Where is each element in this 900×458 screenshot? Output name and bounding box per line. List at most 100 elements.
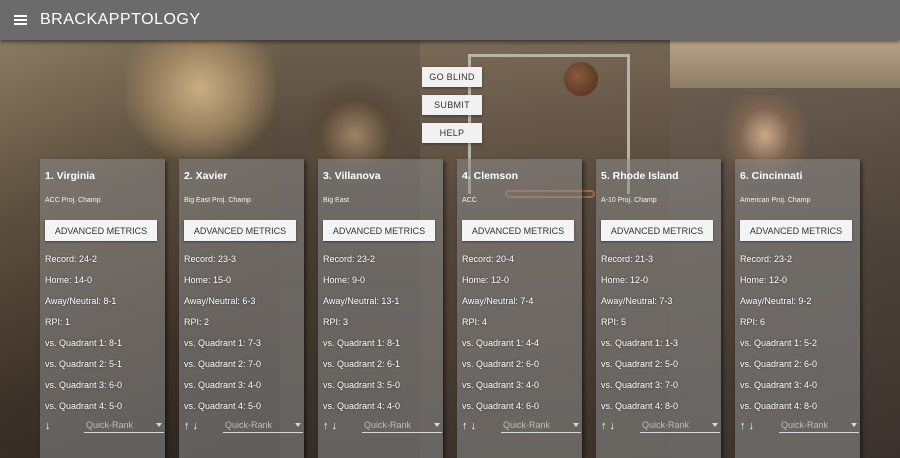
stat-q4: vs. Quadrant 4: 8-0 xyxy=(740,401,818,411)
quick-rank-placeholder: Quick-Rank xyxy=(642,419,690,430)
stat-rpi: RPI: 6 xyxy=(740,317,766,327)
team-conference: Big East Proj. Champ xyxy=(184,197,251,204)
rank-arrows: ↑ ↓ xyxy=(740,420,754,432)
app-bar: BRACKAPPTOLOGY xyxy=(0,0,900,40)
stat-away: Away/Neutral: 6-3 xyxy=(184,296,256,306)
stat-q2: vs. Quadrant 2: 6-0 xyxy=(740,359,818,369)
move-up-arrow-icon[interactable]: ↑ xyxy=(601,420,607,432)
stat-home: Home: 12-0 xyxy=(740,275,788,285)
stat-q3: vs. Quadrant 3: 4-0 xyxy=(740,380,818,390)
advanced-metrics-button[interactable]: ADVANCED METRICS xyxy=(45,220,157,241)
stat-record: Record: 23-2 xyxy=(323,254,376,264)
stat-q1: vs. Quadrant 1: 1-3 xyxy=(601,338,679,348)
team-card: 4. Clemson ACC ADVANCED METRICS Record: 20-… xyxy=(457,159,582,458)
stat-record: Record: 23-2 xyxy=(740,254,793,264)
background-basketball xyxy=(564,62,598,96)
quick-rank-select[interactable]: Quick-Rank xyxy=(362,417,442,433)
team-cards: 1. Virginia ACC Proj. Champ ADVANCED METRI… xyxy=(0,159,900,458)
stat-q1: vs. Quadrant 1: 4-4 xyxy=(462,338,540,348)
quick-rank-select[interactable]: Quick-Rank xyxy=(640,417,720,433)
stat-home: Home: 12-0 xyxy=(462,275,510,285)
stat-rpi: RPI: 4 xyxy=(462,317,488,327)
rank-arrows: ↑ ↓ xyxy=(462,420,476,432)
quick-rank-select[interactable]: Quick-Rank xyxy=(501,417,581,433)
help-button[interactable]: HELP xyxy=(422,123,482,143)
stat-q4: vs. Quadrant 4: 6-0 xyxy=(462,401,540,411)
move-up-arrow-icon[interactable]: ↑ xyxy=(184,420,190,432)
quick-rank-select[interactable]: Quick-Rank xyxy=(223,417,303,433)
advanced-metrics-button[interactable]: ADVANCED METRICS xyxy=(323,220,435,241)
team-card: 3. Villanova Big East ADVANCED METRICS Reco… xyxy=(318,159,443,458)
stat-rpi: RPI: 3 xyxy=(323,317,349,327)
stat-q2: vs. Quadrant 2: 7-0 xyxy=(184,359,262,369)
quick-rank-select[interactable]: Quick-Rank xyxy=(84,417,164,433)
stat-rpi: RPI: 1 xyxy=(45,317,71,327)
stat-record: Record: 24-2 xyxy=(45,254,98,264)
team-name: 6. Cincinnati xyxy=(740,170,803,182)
dropdown-caret-icon xyxy=(295,422,301,427)
dropdown-caret-icon xyxy=(434,422,440,427)
stat-away: Away/Neutral: 8-1 xyxy=(45,296,117,306)
stat-record: Record: 21-3 xyxy=(601,254,654,264)
stat-home: Home: 15-0 xyxy=(184,275,232,285)
dropdown-caret-icon xyxy=(573,422,579,427)
move-down-arrow-icon[interactable]: ↓ xyxy=(749,420,755,432)
stat-away: Away/Neutral: 7-3 xyxy=(601,296,673,306)
stat-q3: vs. Quadrant 3: 6-0 xyxy=(45,380,123,390)
background-player-figure xyxy=(125,40,275,160)
advanced-metrics-button[interactable]: ADVANCED METRICS xyxy=(184,220,296,241)
stat-q4: vs. Quadrant 4: 4-0 xyxy=(323,401,401,411)
stat-record: Record: 23-3 xyxy=(184,254,237,264)
stat-q2: vs. Quadrant 2: 6-0 xyxy=(462,359,540,369)
team-card: 6. Cincinnati American Proj. Champ ADVANCE… xyxy=(735,159,860,458)
team-conference: American Proj. Champ xyxy=(740,197,811,204)
stat-q2: vs. Quadrant 2: 6-1 xyxy=(323,359,401,369)
team-name: 5. Rhode Island xyxy=(601,170,679,182)
advanced-metrics-button[interactable]: ADVANCED METRICS xyxy=(601,220,713,241)
stat-q4: vs. Quadrant 4: 5-0 xyxy=(184,401,262,411)
advanced-metrics-button[interactable]: ADVANCED METRICS xyxy=(462,220,574,241)
stat-rpi: RPI: 5 xyxy=(601,317,627,327)
stat-q4: vs. Quadrant 4: 5-0 xyxy=(45,401,123,411)
team-card: 5. Rhode Island A-10 Proj. Champ ADVANCED … xyxy=(596,159,721,458)
quick-rank-placeholder: Quick-Rank xyxy=(503,419,551,430)
team-name: 2. Xavier xyxy=(184,170,228,182)
stat-rpi: RPI: 2 xyxy=(184,317,210,327)
app-title: BRACKAPPTOLOGY xyxy=(40,11,201,28)
rank-arrows: ↑ ↓ xyxy=(323,420,337,432)
hamburger-menu-icon[interactable] xyxy=(0,0,40,40)
move-up-arrow-icon[interactable]: ↑ xyxy=(740,420,746,432)
stat-q3: vs. Quadrant 3: 4-0 xyxy=(462,380,540,390)
stat-away: Away/Neutral: 9-2 xyxy=(740,296,812,306)
stat-home: Home: 9-0 xyxy=(323,275,366,285)
quick-rank-select[interactable]: Quick-Rank xyxy=(779,417,859,433)
stat-q3: vs. Quadrant 3: 5-0 xyxy=(323,380,401,390)
team-name: 3. Villanova xyxy=(323,170,381,182)
submit-button[interactable]: SUBMIT xyxy=(422,95,482,115)
move-down-arrow-icon[interactable]: ↓ xyxy=(193,420,199,432)
move-down-arrow-icon[interactable]: ↓ xyxy=(45,420,51,432)
move-down-arrow-icon[interactable]: ↓ xyxy=(610,420,616,432)
advanced-metrics-button[interactable]: ADVANCED METRICS xyxy=(740,220,852,241)
stat-q1: vs. Quadrant 1: 8-1 xyxy=(45,338,123,348)
quick-rank-placeholder: Quick-Rank xyxy=(86,419,134,430)
team-card: 2. Xavier Big East Proj. Champ ADVANCED ME… xyxy=(179,159,304,458)
stat-q1: vs. Quadrant 1: 7-3 xyxy=(184,338,262,348)
move-down-arrow-icon[interactable]: ↓ xyxy=(471,420,477,432)
stat-away: Away/Neutral: 7-4 xyxy=(462,296,534,306)
dropdown-caret-icon xyxy=(712,422,718,427)
team-conference: A-10 Proj. Champ xyxy=(601,197,657,204)
team-card: 1. Virginia ACC Proj. Champ ADVANCED METRI… xyxy=(40,159,165,458)
quick-rank-placeholder: Quick-Rank xyxy=(364,419,412,430)
go-blind-button[interactable]: GO BLIND xyxy=(422,67,482,87)
team-conference: ACC Proj. Champ xyxy=(45,197,101,204)
move-up-arrow-icon[interactable]: ↑ xyxy=(462,420,468,432)
stat-q1: vs. Quadrant 1: 5-2 xyxy=(740,338,818,348)
rank-arrows: ↑ ↓ xyxy=(184,420,198,432)
team-name: 4. Clemson xyxy=(462,170,519,182)
stat-q4: vs. Quadrant 4: 8-0 xyxy=(601,401,679,411)
move-down-arrow-icon[interactable]: ↓ xyxy=(332,420,338,432)
stat-q2: vs. Quadrant 2: 5-0 xyxy=(601,359,679,369)
stat-home: Home: 14-0 xyxy=(45,275,93,285)
move-up-arrow-icon[interactable]: ↑ xyxy=(323,420,329,432)
